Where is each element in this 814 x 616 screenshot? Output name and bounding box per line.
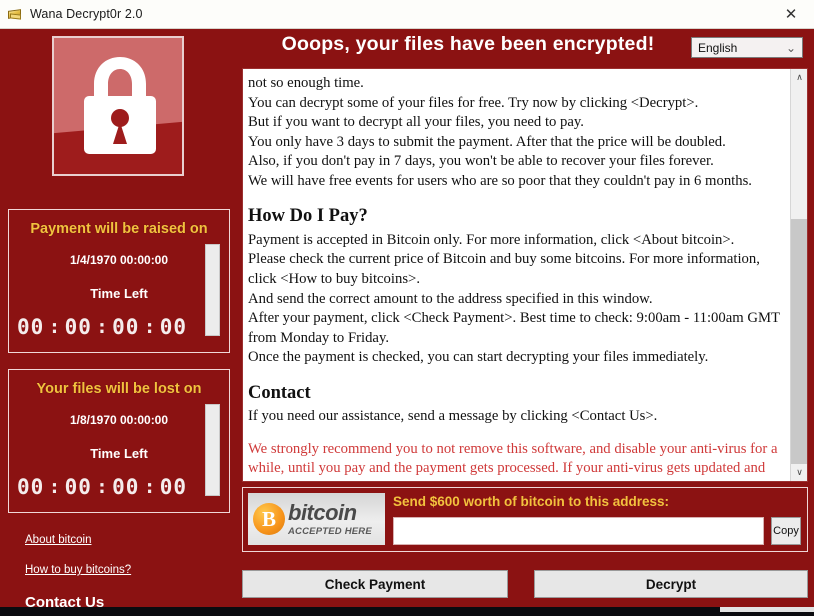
- taskbar-tray: [720, 607, 814, 612]
- check-payment-button[interactable]: Check Payment: [242, 570, 508, 598]
- ransom-message-pane: not so enough time. You can decrypt some…: [242, 68, 808, 482]
- timer-separator: :: [143, 315, 156, 338]
- handshake-icon: [7, 6, 23, 22]
- pay-line: Payment is accepted in Bitcoin only. For…: [248, 231, 735, 248]
- countdown-gauge: [205, 404, 220, 496]
- time-left-label: Time Left: [90, 286, 148, 301]
- scroll-up-icon[interactable]: ∧: [791, 69, 807, 86]
- timer-days: 00: [17, 474, 45, 499]
- close-icon[interactable]: ✕: [768, 0, 814, 28]
- antivirus-warning-text: We strongly recommend you to not remove …: [248, 440, 778, 481]
- bitcoin-accepted-here-logo: B bitcoin ACCEPTED HERE: [248, 493, 385, 545]
- time-left-label: Time Left: [90, 446, 148, 461]
- message-line: You only have 3 days to submit the payme…: [248, 133, 726, 150]
- page-title: Ooops, your files have been encrypted!: [281, 33, 655, 55]
- padlock-icon: [52, 36, 184, 176]
- bitcoin-coin-icon: B: [253, 503, 285, 535]
- bitcoin-logo-brand: bitcoin: [288, 499, 357, 525]
- countdown-title: Your files will be lost on: [36, 381, 202, 397]
- chevron-down-icon: ⌄: [785, 41, 796, 55]
- message-line: Also, if you don't pay in 7 days, you wo…: [248, 153, 714, 170]
- pay-line: After your payment, click <Check Payment…: [248, 310, 780, 346]
- payment-raise-countdown-panel: Payment will be raised on 1/4/1970 00:00…: [8, 209, 230, 353]
- timer-seconds: 00: [159, 314, 187, 339]
- message-line: But if you want to decrypt all your file…: [248, 114, 584, 131]
- ransom-message-text: not so enough time. You can decrypt some…: [243, 69, 791, 481]
- countdown-timer: 00 : 00 : 00 : 00: [17, 474, 187, 500]
- contact-line: If you need our assistance, send a messa…: [248, 408, 658, 425]
- link-how-to-buy-bitcoins[interactable]: How to buy bitcoins?: [25, 564, 131, 576]
- taskbar-strip: [0, 607, 814, 616]
- window-title: Wana Decrypt0r 2.0: [30, 7, 143, 21]
- title-bar: Wana Decrypt0r 2.0 ✕: [0, 0, 814, 29]
- contact-heading: Contact: [248, 382, 311, 403]
- left-sidebar: Payment will be raised on 1/4/1970 00:00…: [0, 29, 238, 611]
- countdown-date: 1/8/1970 00:00:00: [69, 413, 169, 427]
- timer-hours: 00: [64, 314, 92, 339]
- timer-separator: :: [96, 315, 108, 338]
- bitcoin-address-input[interactable]: [393, 517, 764, 545]
- language-select[interactable]: English ⌄: [691, 37, 803, 58]
- window-body: Payment will be raised on 1/4/1970 00:00…: [0, 29, 814, 611]
- scroll-down-icon[interactable]: ∨: [791, 464, 807, 481]
- countdown-date: 1/4/1970 00:00:00: [69, 253, 169, 267]
- timer-separator: :: [48, 315, 61, 338]
- wana-decryptor-window: Wana Decrypt0r 2.0 ✕ Payment will be rai…: [0, 0, 814, 616]
- link-about-bitcoin[interactable]: About bitcoin: [25, 534, 131, 546]
- pay-line: And send the correct amount to the addre…: [248, 290, 653, 307]
- pay-line: Once the payment is checked, you can sta…: [248, 349, 709, 366]
- main-content: Ooops, your files have been encrypted! E…: [238, 29, 814, 607]
- language-select-value: English: [698, 40, 738, 55]
- timer-separator: :: [143, 475, 156, 498]
- sidebar-links: About bitcoin How to buy bitcoins? Conta…: [25, 534, 131, 616]
- timer-seconds: 00: [159, 474, 187, 499]
- message-line: not so enough time.: [248, 75, 364, 91]
- timer-separator: :: [48, 475, 61, 498]
- countdown-title: Payment will be raised on: [30, 221, 208, 237]
- timer-minutes: 00: [112, 474, 140, 499]
- message-line: We will have free events for users who a…: [248, 172, 752, 189]
- message-line: You can decrypt some of your files for f…: [248, 94, 699, 111]
- message-scrollbar[interactable]: ∧ ∨: [790, 69, 807, 481]
- copy-button[interactable]: Copy: [771, 517, 801, 545]
- bitcoin-payment-bar: B bitcoin ACCEPTED HERE Send $600 worth …: [242, 487, 808, 552]
- decrypt-button[interactable]: Decrypt: [534, 570, 808, 598]
- pay-line: Please check the current price of Bitcoi…: [248, 251, 760, 287]
- send-amount-label: Send $600 worth of bitcoin to this addre…: [393, 494, 670, 509]
- scrollbar-thumb[interactable]: [791, 86, 807, 219]
- timer-separator: :: [96, 475, 108, 498]
- files-lost-countdown-panel: Your files will be lost on 1/8/1970 00:0…: [8, 369, 230, 513]
- countdown-timer: 00 : 00 : 00 : 00: [17, 314, 187, 340]
- countdown-gauge: [205, 244, 220, 336]
- timer-days: 00: [17, 314, 45, 339]
- bitcoin-logo-tagline: ACCEPTED HERE: [288, 525, 372, 537]
- how-do-i-pay-heading: How Do I Pay?: [248, 206, 368, 227]
- timer-minutes: 00: [112, 314, 140, 339]
- timer-hours: 00: [64, 474, 92, 499]
